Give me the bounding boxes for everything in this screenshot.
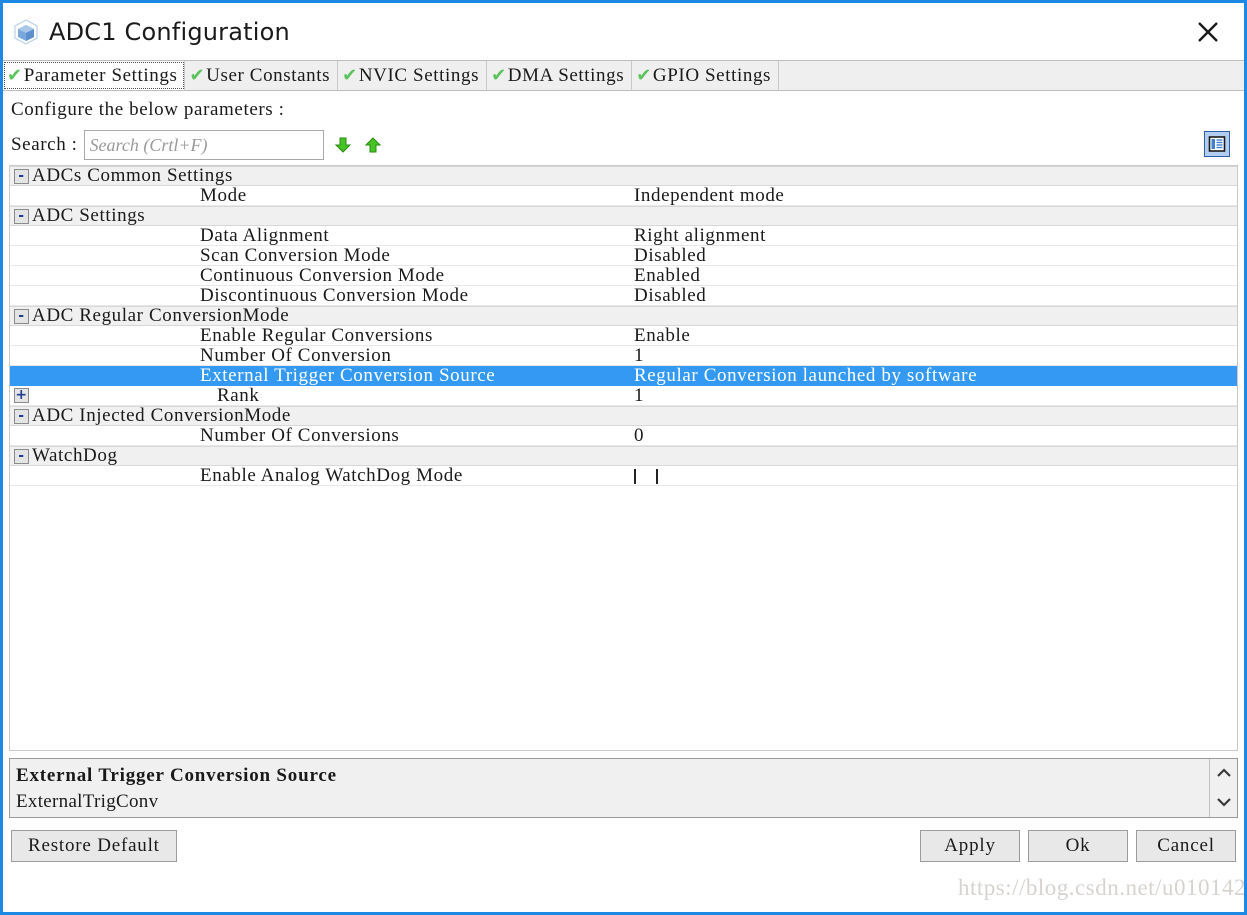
watermark-text: https://blog.csdn.net/u0101429188: [958, 875, 1246, 900]
tree-row-discontinuous-conversion-mode[interactable]: Discontinuous Conversion Mode Disabled: [10, 284, 1237, 306]
tree-row-number-of-conversions[interactable]: Number Of Conversions 0: [10, 424, 1237, 446]
tab-label: DMA Settings: [507, 64, 625, 86]
spacer-icon: [14, 328, 29, 343]
row-value: Disabled: [634, 286, 707, 306]
tree-row-mode[interactable]: Mode Independent mode: [10, 184, 1237, 206]
title-bar: ADC1 Configuration: [3, 3, 1244, 60]
row-value: Right alignment: [634, 226, 766, 246]
tab-nvic-settings[interactable]: ✔ NVIC Settings: [338, 61, 488, 90]
cube-icon: [11, 17, 41, 47]
row-label: Data Alignment: [200, 224, 330, 246]
row-label: Rank: [217, 384, 260, 406]
row-value: Regular Conversion launched by software: [634, 366, 978, 386]
arrow-up-icon[interactable]: [362, 133, 384, 157]
row-label: Scan Conversion Mode: [200, 244, 391, 266]
tab-bar: ✔ Parameter Settings ✔ User Constants ✔ …: [3, 60, 1244, 91]
tree-row-external-trigger-conversion-source[interactable]: External Trigger Conversion Source Regul…: [10, 365, 1237, 386]
description-title: External Trigger Conversion Source: [16, 765, 337, 786]
collapse-icon[interactable]: -: [14, 168, 29, 184]
row-label: Number Of Conversion: [200, 344, 392, 366]
adc-configuration-dialog: ADC1 Configuration ✔ Parameter Settings …: [0, 0, 1247, 915]
row-label: ADC Settings: [32, 205, 146, 226]
spacer-icon: [14, 369, 29, 384]
collapse-icon[interactable]: -: [14, 448, 29, 464]
tree-row-enable-regular-conversions[interactable]: Enable Regular Conversions Enable: [10, 324, 1237, 346]
check-icon: ✔: [636, 64, 652, 86]
tab-user-constants[interactable]: ✔ User Constants: [185, 61, 339, 90]
tree-group-adc-injected-conversionmode[interactable]: - ADC Injected ConversionMode: [10, 405, 1237, 426]
check-icon: ✔: [342, 64, 358, 86]
tab-label: Parameter Settings: [23, 64, 178, 86]
check-icon: ✔: [7, 64, 23, 86]
tree-group-watchdog[interactable]: - WatchDog: [10, 445, 1237, 466]
search-bar: Search :: [3, 125, 1244, 165]
row-label: Mode: [200, 184, 247, 206]
collapse-icon[interactable]: -: [14, 408, 29, 424]
description-panel: External Trigger Conversion Source Exter…: [9, 758, 1238, 818]
tree-group-adc-regular-conversionmode[interactable]: - ADC Regular ConversionMode: [10, 305, 1237, 326]
tree-row-number-of-conversion[interactable]: Number Of Conversion 1: [10, 344, 1237, 366]
chevron-up-icon[interactable]: [1216, 765, 1232, 783]
tree-group-adc-settings[interactable]: - ADC Settings: [10, 205, 1237, 226]
description-subtitle: ExternalTrigConv: [16, 791, 159, 812]
spacer-icon: [14, 248, 29, 263]
list-view-icon[interactable]: [1204, 131, 1230, 157]
tree-row-data-alignment[interactable]: Data Alignment Right alignment: [10, 224, 1237, 246]
check-icon: ✔: [189, 64, 206, 86]
search-label: Search :: [11, 134, 78, 155]
tree-row-enable-analog-watchdog-mode[interactable]: Enable Analog WatchDog Mode: [10, 464, 1237, 486]
check-icon: ✔: [491, 64, 507, 86]
row-label: WatchDog: [32, 445, 118, 466]
restore-default-button[interactable]: Restore Default: [11, 830, 177, 862]
tab-label: GPIO Settings: [652, 64, 772, 86]
tab-label: User Constants: [206, 64, 331, 86]
row-label: Discontinuous Conversion Mode: [200, 284, 469, 306]
window-title: ADC1 Configuration: [49, 17, 290, 46]
spacer-icon: [14, 188, 29, 203]
spacer-icon: [14, 288, 29, 303]
description-scrollbar[interactable]: [1209, 759, 1237, 817]
expand-icon[interactable]: +: [14, 388, 29, 403]
spacer-icon: [14, 348, 29, 363]
row-value: 1: [634, 346, 645, 366]
spacer-icon: [14, 468, 29, 483]
spacer-icon: [14, 228, 29, 243]
tree-row-rank[interactable]: + Rank 1: [10, 384, 1237, 406]
row-label: Enable Analog WatchDog Mode: [200, 464, 463, 486]
close-icon[interactable]: [1190, 15, 1226, 49]
parameter-tree[interactable]: - ADCs Common Settings Mode Independent …: [9, 165, 1238, 751]
cancel-button[interactable]: Cancel: [1136, 830, 1236, 862]
row-value: 1: [634, 386, 645, 406]
apply-button[interactable]: Apply: [920, 830, 1020, 862]
row-label: Enable Regular Conversions: [200, 324, 433, 346]
button-bar: Restore Default Apply Ok Cancel: [3, 818, 1244, 874]
spacer-icon: [14, 268, 29, 283]
row-label: Continuous Conversion Mode: [200, 264, 445, 286]
row-value: Enable: [634, 326, 691, 346]
ok-button[interactable]: Ok: [1028, 830, 1128, 862]
tab-parameter-settings[interactable]: ✔ Parameter Settings: [3, 61, 186, 90]
row-value: Enabled: [634, 266, 701, 286]
collapse-icon[interactable]: -: [14, 308, 29, 324]
row-value: Independent mode: [634, 186, 785, 206]
tree-group-adcs-common-settings[interactable]: - ADCs Common Settings: [10, 166, 1237, 186]
tab-label: NVIC Settings: [358, 64, 480, 86]
arrow-down-icon[interactable]: [332, 133, 354, 157]
chevron-down-icon[interactable]: [1216, 794, 1232, 812]
row-value: 0: [634, 426, 645, 446]
collapse-icon[interactable]: -: [14, 208, 29, 224]
instruction-text: Configure the below parameters :: [11, 99, 285, 120]
tab-gpio-settings[interactable]: ✔ GPIO Settings: [632, 61, 780, 90]
tree-row-continuous-conversion-mode[interactable]: Continuous Conversion Mode Enabled: [10, 264, 1237, 286]
tab-dma-settings[interactable]: ✔ DMA Settings: [487, 61, 633, 90]
spacer-icon: [14, 428, 29, 443]
row-label: Number Of Conversions: [200, 424, 400, 446]
tree-row-scan-conversion-mode[interactable]: Scan Conversion Mode Disabled: [10, 244, 1237, 266]
watchdog-checkbox[interactable]: [634, 468, 658, 484]
search-input[interactable]: [83, 130, 324, 160]
row-value: Disabled: [634, 246, 707, 266]
